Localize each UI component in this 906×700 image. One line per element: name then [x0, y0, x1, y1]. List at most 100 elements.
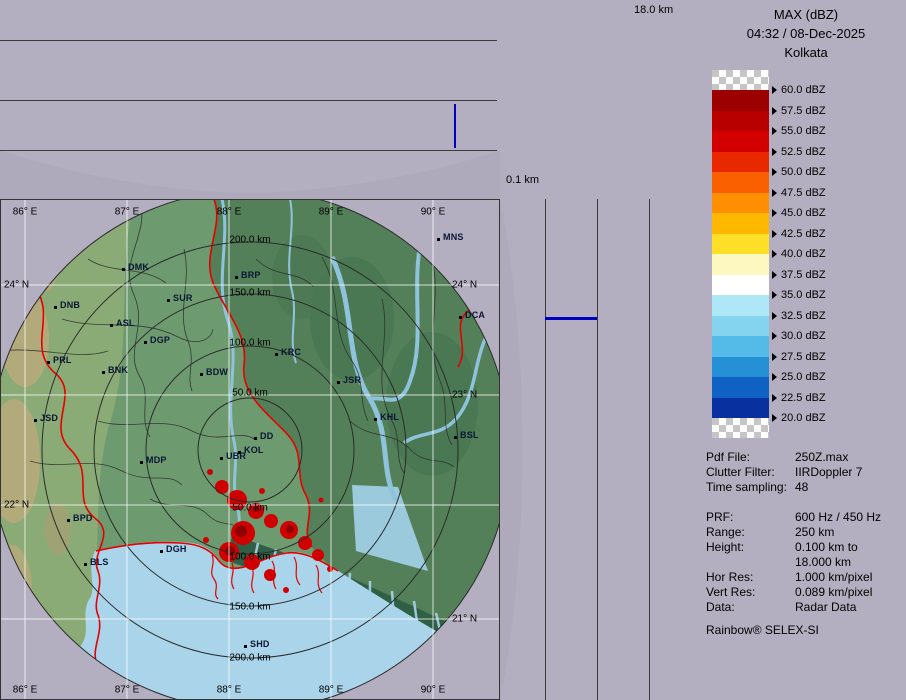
scale-label-text: 35.0 dBZ [781, 289, 826, 301]
metadata-row: Vert Res:0.089 km/pixel [706, 585, 906, 600]
right-profile-panel [500, 199, 706, 700]
city-label: KRC [281, 347, 301, 357]
city-dot [437, 238, 440, 241]
legend-footer: Rainbow® SELEX-SI [706, 623, 906, 637]
city-label: JSD [40, 413, 58, 423]
echo-height-indicator [545, 317, 597, 320]
city-dot [244, 645, 247, 648]
scale-label: 20.0 dBZ [772, 411, 826, 425]
city-dot [275, 353, 278, 356]
height-gridline [0, 40, 497, 41]
color-scale-labels: 60.0 dBZ57.5 dBZ55.0 dBZ52.5 dBZ50.0 dBZ… [706, 0, 906, 460]
city-label: DGH [166, 544, 187, 554]
metadata-row: Hor Res:1.000 km/pixel [706, 570, 906, 585]
lon-label-top: 90° E [421, 207, 446, 218]
height-gridline [649, 199, 650, 700]
range-ring-label: 200.0 km [229, 653, 270, 664]
metadata-value: 48 [795, 480, 906, 495]
scale-label-text: 60.0 dBZ [781, 84, 826, 96]
height-axis-max-label: 18.0 km [634, 4, 673, 16]
metadata-value: 0.089 km/pixel [795, 585, 906, 600]
scale-tick-arrow [772, 148, 777, 156]
scale-label: 22.5 dBZ [772, 391, 826, 405]
city-label: DMK [128, 262, 149, 272]
metadata-value: 0.100 km to [795, 540, 906, 555]
scale-label: 55.0 dBZ [772, 124, 826, 138]
metadata-value: 250Z.max [795, 450, 906, 465]
city-dot [374, 418, 377, 421]
city-label: BNK [108, 365, 128, 375]
city-label: BLS [90, 557, 109, 567]
metadata-label: Hor Res: [706, 570, 795, 585]
height-gridline [0, 150, 497, 151]
lon-label-bottom: 89° E [319, 685, 344, 696]
scale-label-text: 57.5 dBZ [781, 105, 826, 117]
scale-label: 57.5 dBZ [772, 104, 826, 118]
metadata-row: Pdf File:250Z.max [706, 450, 906, 465]
scale-tick-arrow [772, 373, 777, 381]
city-label: DGP [150, 335, 170, 345]
range-ring-label: 100.0 km [229, 338, 270, 349]
scale-label: 35.0 dBZ [772, 288, 826, 302]
scale-tick-arrow [772, 394, 777, 402]
metadata-value: 600 Hz / 450 Hz [795, 510, 906, 525]
height-gridline [0, 100, 497, 101]
metadata-row: Clutter Filter:IIRDoppler 7 [706, 465, 906, 480]
scale-tick-arrow [772, 353, 777, 361]
scale-label-text: 30.0 dBZ [781, 330, 826, 342]
scale-label: 37.5 dBZ [772, 268, 826, 282]
city-label: DD [260, 431, 273, 441]
city-label: SHD [250, 639, 270, 649]
metadata-row: Range:250 km [706, 525, 906, 540]
city-dot [110, 324, 113, 327]
range-ring-label: 50.0 km [232, 388, 268, 399]
lat-label-right: 24° N [452, 280, 477, 291]
city-dot [254, 437, 257, 440]
city-dot [34, 419, 37, 422]
scale-tick-arrow [772, 291, 777, 299]
lon-label-top: 86° E [13, 207, 38, 218]
lat-label-right: 23° N [452, 390, 477, 401]
metadata-row: Time sampling:48 [706, 480, 906, 495]
scale-label-text: 50.0 dBZ [781, 166, 826, 178]
metadata-label: Vert Res: [706, 585, 795, 600]
height-gridline [597, 199, 598, 700]
city-label: JSR [343, 375, 361, 385]
metadata-row: Height:0.100 km to [706, 540, 906, 555]
city-dot [337, 381, 340, 384]
scale-label: 32.5 dBZ [772, 309, 826, 323]
scale-label-text: 22.5 dBZ [781, 392, 826, 404]
scale-label-text: 37.5 dBZ [781, 269, 826, 281]
lon-label-bottom: 90° E [421, 685, 446, 696]
lon-label-bottom: 87° E [115, 685, 140, 696]
scale-tick-arrow [772, 230, 777, 238]
lat-label-left: 24° N [4, 280, 29, 291]
city-dot [200, 373, 203, 376]
city-dot [220, 457, 223, 460]
scale-tick-arrow [772, 209, 777, 217]
range-ring-label: 200.0 km [229, 235, 270, 246]
scale-label: 27.5 dBZ [772, 350, 826, 364]
city-dot [144, 341, 147, 344]
city-dot [235, 276, 238, 279]
city-dot [459, 316, 462, 319]
scale-tick-arrow [772, 107, 777, 115]
city-label: UBR [226, 451, 246, 461]
map-overlay: MNSDMKBRPSURDNBDCAASLDGPKRCPRLBNKBDWJSRK… [0, 199, 500, 700]
scale-label-text: 25.0 dBZ [781, 371, 826, 383]
scale-label: 25.0 dBZ [772, 370, 826, 384]
scale-tick-arrow [772, 312, 777, 320]
metadata-row: PRF:600 Hz / 450 Hz [706, 510, 906, 525]
city-dot [122, 268, 125, 271]
height-axis-min-label: 0.1 km [506, 174, 539, 186]
metadata-label: PRF: [706, 510, 795, 525]
scale-tick-arrow [772, 414, 777, 422]
metadata-label: Height: [706, 540, 795, 555]
city-dot [167, 299, 170, 302]
height-gridline [545, 199, 546, 700]
lon-label-bottom: 86° E [13, 685, 38, 696]
metadata-value: Radar Data [795, 600, 906, 615]
lon-label-top: 88° E [217, 207, 242, 218]
scale-label-text: 42.5 dBZ [781, 228, 826, 240]
city-label: SUR [173, 293, 193, 303]
